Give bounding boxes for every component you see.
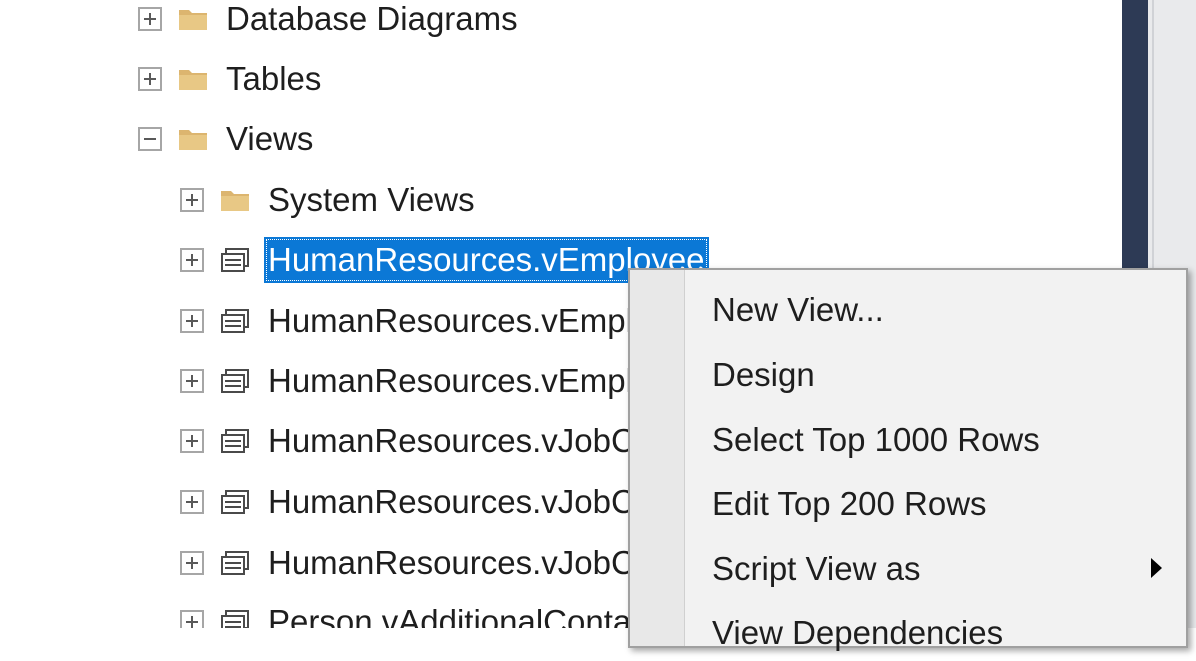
view-icon: [221, 610, 249, 628]
menu-item-label: Select Top 1000 Rows: [712, 421, 1040, 458]
menu-item-design[interactable]: Design: [712, 347, 1176, 403]
expand-plus-icon[interactable]: [180, 369, 204, 393]
tree-node-tables[interactable]: Tables: [138, 54, 325, 104]
expand-plus-icon[interactable]: [180, 309, 204, 333]
folder-icon: [179, 70, 207, 90]
menu-item-select-top-rows[interactable]: Select Top 1000 Rows: [712, 412, 1176, 468]
context-menu: New View... Design Select Top 1000 Rows …: [628, 268, 1188, 651]
tree-node-system-views[interactable]: System Views: [180, 175, 479, 225]
expand-plus-icon[interactable]: [138, 7, 162, 31]
menu-icon-gutter: [630, 270, 685, 646]
view-icon: [221, 369, 249, 393]
folder-icon: [179, 10, 207, 30]
tree-node-label: Database Diagrams: [226, 0, 518, 37]
expand-plus-icon[interactable]: [180, 188, 204, 212]
tree-node-label: Views: [226, 120, 314, 157]
menu-item-label: Design: [712, 356, 815, 393]
menu-item-label: New View...: [712, 291, 884, 328]
tree-node-views[interactable]: Views: [138, 114, 317, 164]
expand-plus-icon[interactable]: [180, 490, 204, 514]
menu-item-view-dependencies[interactable]: View Dependencies: [712, 605, 1176, 661]
menu-item-script-view-as[interactable]: Script View as: [712, 541, 1176, 597]
view-icon: [221, 551, 249, 575]
tree-node-label: System Views: [268, 181, 475, 218]
menu-item-edit-top-rows[interactable]: Edit Top 200 Rows: [712, 476, 1176, 532]
menu-item-label: View Dependencies: [712, 614, 1004, 651]
view-icon: [221, 490, 249, 514]
expand-plus-icon[interactable]: [180, 429, 204, 453]
folder-icon: [179, 130, 207, 150]
menu-item-label: Script View as: [712, 550, 921, 587]
expand-plus-icon[interactable]: [180, 551, 204, 575]
view-icon: [221, 248, 249, 272]
tree-node-label: Tables: [226, 60, 322, 97]
expand-plus-icon[interactable]: [180, 248, 204, 272]
submenu-arrow-icon: [1151, 558, 1162, 578]
view-icon: [221, 429, 249, 453]
collapse-minus-icon[interactable]: [138, 127, 162, 151]
menu-item-label: Edit Top 200 Rows: [712, 485, 987, 522]
expand-plus-icon[interactable]: [138, 67, 162, 91]
menu-item-new-view[interactable]: New View...: [712, 282, 1176, 338]
folder-icon: [221, 191, 249, 211]
expand-plus-icon[interactable]: [180, 610, 204, 628]
tree-node-database-diagrams[interactable]: Database Diagrams: [138, 0, 522, 44]
view-icon: [221, 309, 249, 333]
